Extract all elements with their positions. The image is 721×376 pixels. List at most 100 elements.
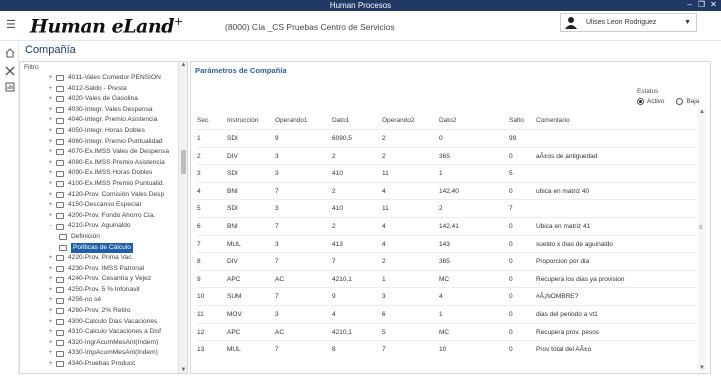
expand-icon[interactable]: + (47, 179, 54, 190)
tree-item[interactable]: +4070-Ex.IMSS Vales de Despensa (47, 147, 182, 158)
filter-label[interactable]: Filtro (24, 64, 39, 71)
tree-item[interactable]: +4012-Saldo - Presta (47, 84, 182, 95)
expand-icon[interactable]: + (47, 359, 54, 370)
expand-icon[interactable]: + (47, 200, 54, 211)
chevron-down-icon[interactable]: ▼ (684, 14, 691, 31)
expand-icon[interactable]: + (47, 317, 54, 328)
expand-icon[interactable]: + (47, 274, 54, 285)
home-icon[interactable] (5, 48, 15, 58)
column-header[interactable]: Dato2 (439, 115, 456, 126)
table-scrollbar[interactable]: ▲ ≡ ▼ (698, 109, 706, 371)
expand-icon[interactable]: + (47, 348, 54, 359)
column-header[interactable]: Comentario (536, 115, 570, 126)
tree-item[interactable]: +4100-Ex.IMSS Premio Puntualid. (47, 179, 182, 190)
expand-icon[interactable]: + (47, 105, 54, 116)
status-option[interactable]: Baja (676, 98, 699, 105)
tree-item[interactable]: +4260-Prov. 2% Retiro (47, 306, 182, 317)
table-row[interactable]: 11 MOV 3 4 6 1 0 dias del periodo a vt1 (197, 305, 696, 323)
table-row[interactable]: 2 DIV 3 2 2 365 0 aÃ±os de antiguedad (197, 146, 696, 165)
table-row[interactable]: 6 BNI 7 2 4 142,41 0 Ubica en matriz 41 (197, 217, 696, 235)
column-header[interactable]: Sec. (197, 115, 210, 126)
tree-item[interactable]: +4320-IngrAcumMesAnt(Indem) (47, 338, 182, 349)
table-row[interactable]: 4 BNI 7 2 4 142,40 0 ubica en matriz 40 (197, 181, 696, 200)
tree-item[interactable]: +4200-Prov. Fondo Ahorro Cia. (47, 211, 182, 222)
column-header[interactable]: Dato1 (332, 115, 349, 126)
tree-item[interactable]: +4050-Integr. Horas Dobles (47, 126, 182, 137)
table-cell: 10 (439, 346, 447, 354)
expand-icon[interactable]: + (47, 137, 54, 148)
expand-icon[interactable]: + (47, 253, 54, 264)
tree-item[interactable]: +4040-Integr. Premio Asistencia (47, 115, 182, 126)
expand-icon[interactable]: + (47, 126, 54, 137)
column-header[interactable]: Operando1 (275, 115, 308, 126)
tree-item[interactable]: +4310-Calculo Vacaciones a Disf (47, 327, 182, 338)
tree-item[interactable]: +4011-Vales Comedor PENSION (47, 73, 182, 84)
scroll-down-icon[interactable]: ▼ (179, 367, 187, 373)
expand-icon[interactable]: + (47, 295, 54, 306)
tree-item[interactable]: +4340-Pruebas Producc (47, 359, 182, 370)
table-row[interactable]: 8 DIV 7 7 2 365 0 Proporcion por dia (197, 252, 696, 270)
column-header[interactable]: Operando2 (382, 115, 415, 126)
table-row[interactable]: 3 SDI 3 410 11 1 5 (197, 164, 696, 182)
expand-icon[interactable]: + (47, 211, 54, 222)
expand-icon[interactable]: + (47, 264, 54, 275)
expand-icon[interactable]: + (47, 84, 54, 95)
tools-icon[interactable] (5, 66, 15, 76)
status-option[interactable]: Activo (637, 98, 664, 105)
tree-item[interactable]: +4080-Ex.IMSS Premio Asistencia (47, 158, 182, 169)
tree-item[interactable]: +4030-Integr. Vales Despensa (47, 105, 182, 116)
tree-item[interactable]: +4220-Prov. Prima Vac. (47, 253, 182, 264)
table-scroll-up-icon[interactable]: ▲ (698, 109, 706, 115)
tree-item[interactable]: +4060-Integr. Premio Puntualidad (47, 137, 182, 148)
tree-item[interactable]: +4020-Vales de Gasolina (47, 94, 182, 105)
tree-item[interactable]: - 4210-Prov. Aguinaldo (47, 221, 182, 232)
expand-icon[interactable]: + (47, 190, 54, 201)
tree-item[interactable]: +4300-Calculo Dias Vacaciones (47, 317, 182, 328)
table-row[interactable]: 12 APC AC 4210,1 5 MC 0 Recupera prov. pesos (197, 322, 696, 341)
table-row[interactable]: 10 SUM 7 9 3 4 0 #Â¡NOMBRE? (197, 287, 696, 305)
collapse-icon[interactable]: - (47, 221, 54, 232)
tree-item[interactable]: +4230-Prov. IMSS Patronal (47, 264, 182, 275)
hamburger-menu-icon[interactable]: ☰ (6, 20, 16, 31)
tree-item[interactable]: +4256-no sé (47, 295, 182, 306)
expand-icon[interactable]: + (47, 115, 54, 126)
restore-button[interactable]: ❐ (696, 0, 707, 10)
report-icon[interactable] (5, 82, 15, 92)
expand-icon[interactable]: + (47, 306, 54, 317)
tree-scrollbar[interactable]: ▲ ▼ (178, 62, 187, 373)
tree-item[interactable]: +4240-Prov. Cesantía y Vejez (47, 274, 182, 285)
expand-icon[interactable]: + (47, 73, 54, 84)
table-row[interactable]: 9 APC AC 4210,1 1 MC 0 Recupera los dias ya pro… (197, 269, 696, 288)
table-row[interactable]: 13 MUL 7 8 7 10 0 Prov total del AÃ±o (197, 340, 696, 358)
window-title: Human Procesos (329, 1, 392, 10)
column-header[interactable]: Instrucción (227, 115, 258, 126)
expand-icon[interactable]: + (47, 327, 54, 338)
scroll-thumb[interactable] (181, 150, 186, 174)
expand-icon[interactable]: + (47, 285, 54, 296)
tree-item-label: 4330-ImpAcumMesAnt(Indem) (68, 349, 158, 357)
expand-icon[interactable]: + (47, 94, 54, 105)
table-scroll-down-icon[interactable]: ▼ (698, 365, 706, 371)
tree-item[interactable]: +4330-ImpAcumMesAnt(Indem) (47, 348, 182, 359)
expand-icon[interactable]: + (47, 168, 54, 179)
minimize-button[interactable]: – (684, 0, 695, 10)
tree-item[interactable]: +4120-Prov. Comisión Vales Desp (47, 190, 182, 201)
tree-item[interactable]: +4250-Prov. 5 % Infonavit (47, 285, 182, 296)
radio-icon[interactable] (676, 98, 684, 105)
expand-icon[interactable]: + (47, 158, 54, 169)
scroll-grip-icon[interactable]: ≡ (699, 225, 705, 231)
tree-item[interactable]: +4090-Ex.IMSS Horas Dobles (47, 168, 182, 179)
tree-child-item[interactable]: Políticas de Cálculo (47, 242, 182, 254)
user-selector[interactable]: Ulises Leon Rodriguez ▼ (560, 13, 697, 32)
expand-icon[interactable]: + (47, 338, 54, 349)
scroll-up-icon[interactable]: ▲ (179, 62, 187, 68)
radio-icon[interactable] (637, 98, 644, 105)
table-row[interactable]: 1 SDI 9 6090,5 2 0 99 (197, 129, 696, 147)
close-window-button[interactable]: ✕ (708, 0, 719, 10)
column-header[interactable]: Salto (509, 115, 524, 126)
table-row[interactable]: 7 MUL 3 413 4 143 0 sueldo x dias de aguinaldo (197, 234, 696, 253)
expand-icon[interactable]: + (47, 147, 54, 158)
tree-item[interactable]: +4150-Descanso Especial (47, 200, 182, 211)
tree-child-item[interactable]: Definición (47, 232, 182, 243)
table-row[interactable]: 5 SDI 3 410 11 2 7 (197, 199, 696, 217)
